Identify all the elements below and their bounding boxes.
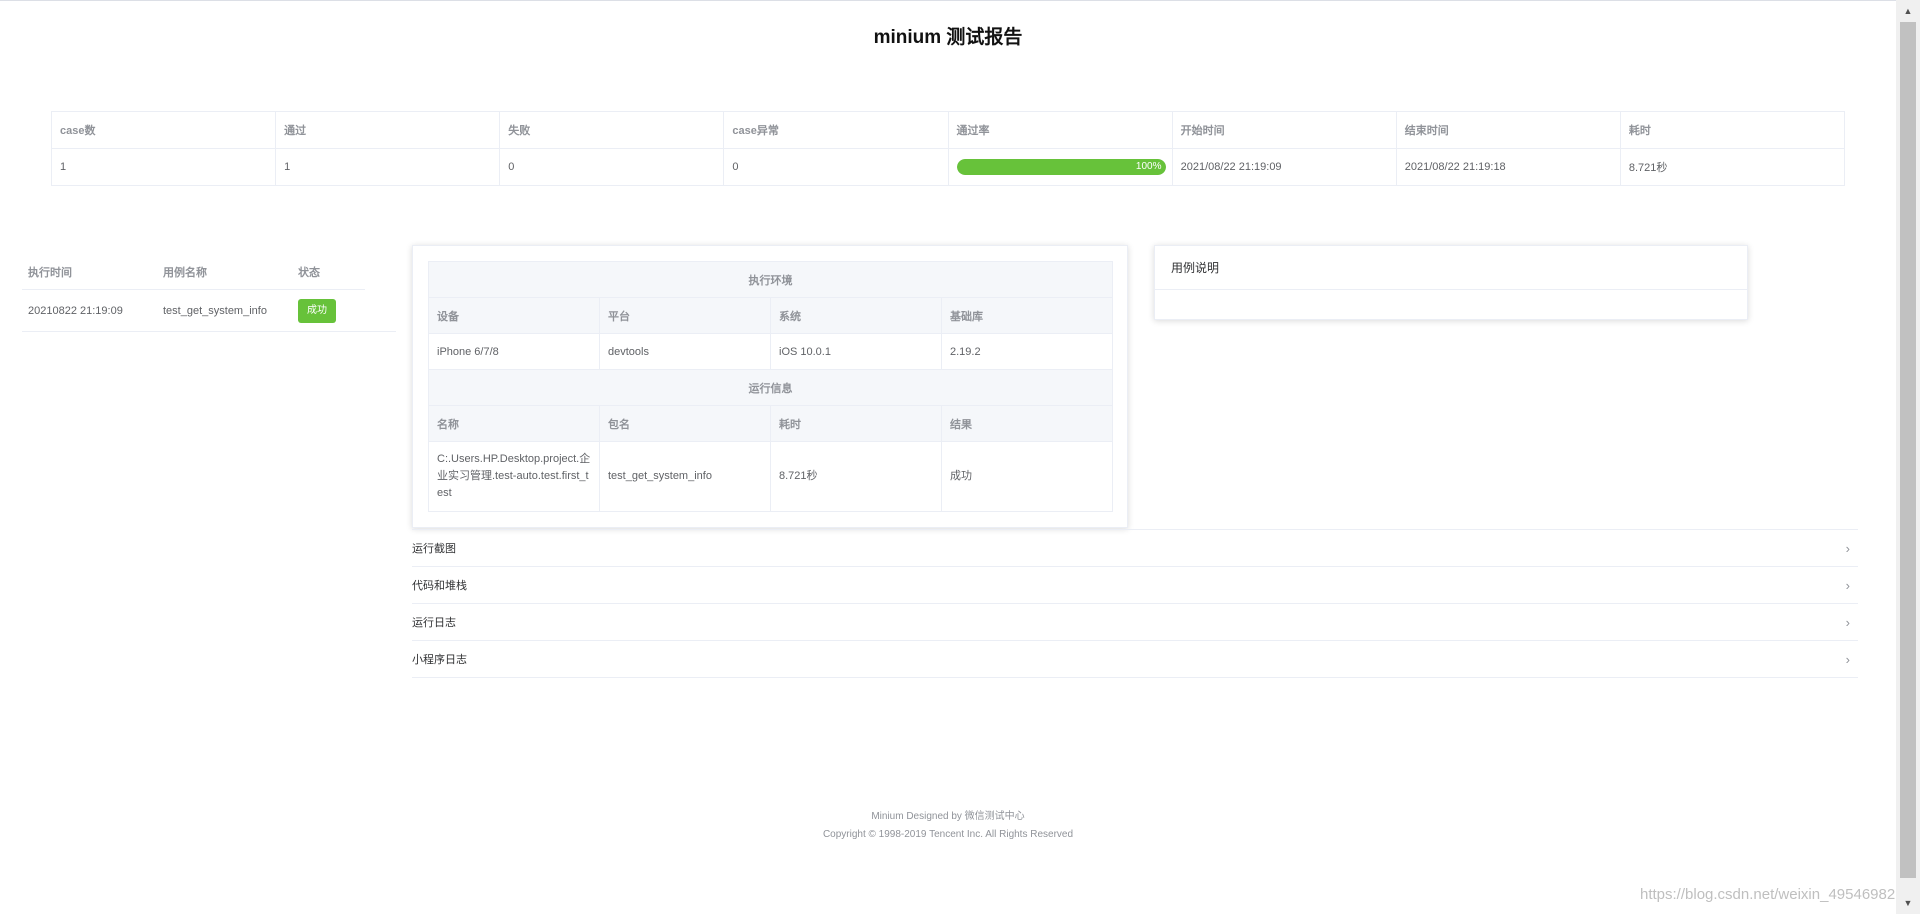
run-header-package: 包名 bbox=[599, 405, 771, 442]
run-duration: 8.721秒 bbox=[770, 441, 942, 512]
scroll-down-arrow-icon[interactable]: ▼ bbox=[1896, 894, 1920, 912]
vertical-scrollbar[interactable]: ▲ ▼ bbox=[1896, 0, 1920, 914]
case-list-header: 执行时间 用例名称 状态 bbox=[22, 254, 365, 290]
collapse-item-label: 代码和堆栈 bbox=[412, 580, 467, 592]
case-name: test_get_system_info bbox=[163, 304, 267, 317]
summary-header-case-count: case数 bbox=[50, 111, 277, 149]
run-name: C:.Users.HP.Desktop.project.企业实习管理.test-… bbox=[428, 441, 600, 512]
top-border bbox=[0, 0, 1896, 1]
case-list-row[interactable]: 20210822 21:19:09 test_get_system_info 成… bbox=[22, 290, 396, 332]
env-card: 执行环境 设备 平台 系统 基础库 iPhone 6/7/8 devtools … bbox=[412, 245, 1128, 528]
env-header-device: 设备 bbox=[428, 297, 600, 334]
pass-rate-progress-fill: 100% bbox=[956, 159, 1166, 175]
pass-rate-progress-bar: 100% bbox=[956, 159, 1166, 175]
env-lib: 2.19.2 bbox=[941, 333, 1113, 370]
summary-failed: 0 bbox=[499, 148, 725, 186]
chevron-right-icon: › bbox=[1845, 614, 1850, 630]
summary-header-duration: 耗时 bbox=[1619, 111, 1846, 149]
case-description-title: 用例说明 bbox=[1155, 246, 1747, 290]
case-time: 20210822 21:19:09 bbox=[28, 304, 123, 317]
case-status-cell: 成功 bbox=[292, 298, 336, 323]
case-list-header-time: 执行时间 bbox=[28, 266, 72, 279]
summary-case-count: 1 bbox=[50, 148, 277, 186]
summary-errors: 0 bbox=[723, 148, 949, 186]
run-header-result: 结果 bbox=[941, 405, 1113, 442]
summary-header-passed: 通过 bbox=[275, 111, 501, 149]
run-header-duration: 耗时 bbox=[770, 405, 942, 442]
summary-end-time: 2021/08/22 21:19:18 bbox=[1395, 148, 1621, 186]
collapse-item-screenshots[interactable]: 运行截图 › bbox=[412, 530, 1858, 567]
run-section-title: 运行信息 bbox=[428, 369, 1113, 406]
chevron-right-icon: › bbox=[1845, 577, 1850, 593]
summary-duration: 8.721秒 bbox=[1619, 148, 1846, 186]
env-device: iPhone 6/7/8 bbox=[428, 333, 600, 370]
env-table: 执行环境 设备 平台 系统 基础库 iPhone 6/7/8 devtools … bbox=[428, 261, 1113, 512]
run-value-row: C:.Users.HP.Desktop.project.企业实习管理.test-… bbox=[428, 441, 1113, 512]
page-title: minium 测试报告 bbox=[873, 27, 1023, 48]
scroll-up-arrow-icon[interactable]: ▲ bbox=[1896, 2, 1920, 20]
collapse-item-label: 小程序日志 bbox=[412, 654, 467, 666]
pass-rate-label: 100% bbox=[1135, 161, 1162, 172]
run-result: 成功 bbox=[941, 441, 1113, 512]
run-header-name: 名称 bbox=[428, 405, 600, 442]
case-list-header-name: 用例名称 bbox=[163, 266, 207, 279]
summary-value-row: 1 1 0 0 100% 2021/08/22 21:19:09 2021/08… bbox=[50, 148, 1846, 186]
case-list: 执行时间 用例名称 状态 20210822 21:19:09 test_get_… bbox=[22, 254, 396, 332]
env-value-row: iPhone 6/7/8 devtools iOS 10.0.1 2.19.2 bbox=[428, 333, 1113, 370]
summary-start-time: 2021/08/22 21:19:09 bbox=[1171, 148, 1397, 186]
status-badge: 成功 bbox=[298, 298, 336, 323]
collapse-item-run-log[interactable]: 运行日志 › bbox=[412, 604, 1858, 641]
collapse-item-label: 运行截图 bbox=[412, 543, 456, 555]
run-header-row: 名称 包名 耗时 结果 bbox=[428, 405, 1113, 442]
collapse-item-label: 运行日志 bbox=[412, 617, 456, 629]
case-description-card: 用例说明 bbox=[1154, 245, 1748, 320]
summary-header-pass-rate: 通过率 bbox=[947, 111, 1173, 149]
detail-collapse: 运行截图 › 代码和堆栈 › 运行日志 › 小程序日志 › bbox=[412, 529, 1858, 678]
chevron-right-icon: › bbox=[1845, 651, 1850, 667]
chevron-right-icon: › bbox=[1845, 540, 1850, 556]
env-section-title: 执行环境 bbox=[428, 261, 1113, 298]
summary-header-end-time: 结束时间 bbox=[1395, 111, 1621, 149]
run-package: test_get_system_info bbox=[599, 441, 771, 512]
env-system: iOS 10.0.1 bbox=[770, 333, 942, 370]
summary-passed: 1 bbox=[275, 148, 501, 186]
summary-table: case数 通过 失败 case异常 通过率 开始时间 结束时间 耗时 1 1 … bbox=[50, 111, 1846, 186]
collapse-item-miniprogram-log[interactable]: 小程序日志 › bbox=[412, 641, 1858, 678]
footer-designed-by: Minium Designed by 微信测试中心 bbox=[871, 811, 1025, 822]
summary-header-start-time: 开始时间 bbox=[1171, 111, 1397, 149]
summary-pass-rate: 100% bbox=[947, 148, 1173, 186]
summary-header-failed: 失败 bbox=[499, 111, 725, 149]
watermark: https://blog.csdn.net/weixin_49546982 bbox=[1640, 886, 1896, 903]
env-header-system: 系统 bbox=[770, 297, 942, 334]
env-header-platform: 平台 bbox=[599, 297, 771, 334]
summary-header-errors: case异常 bbox=[723, 111, 949, 149]
env-header-row: 设备 平台 系统 基础库 bbox=[428, 297, 1113, 334]
footer-copyright: Copyright © 1998-2019 Tencent Inc. All R… bbox=[822, 829, 1074, 840]
collapse-item-code-stack[interactable]: 代码和堆栈 › bbox=[412, 567, 1858, 604]
scrollbar-thumb[interactable] bbox=[1900, 22, 1916, 878]
summary-header-row: case数 通过 失败 case异常 通过率 开始时间 结束时间 耗时 bbox=[50, 111, 1846, 149]
env-header-lib: 基础库 bbox=[941, 297, 1113, 334]
case-list-header-status: 状态 bbox=[298, 266, 320, 279]
env-platform: devtools bbox=[599, 333, 771, 370]
